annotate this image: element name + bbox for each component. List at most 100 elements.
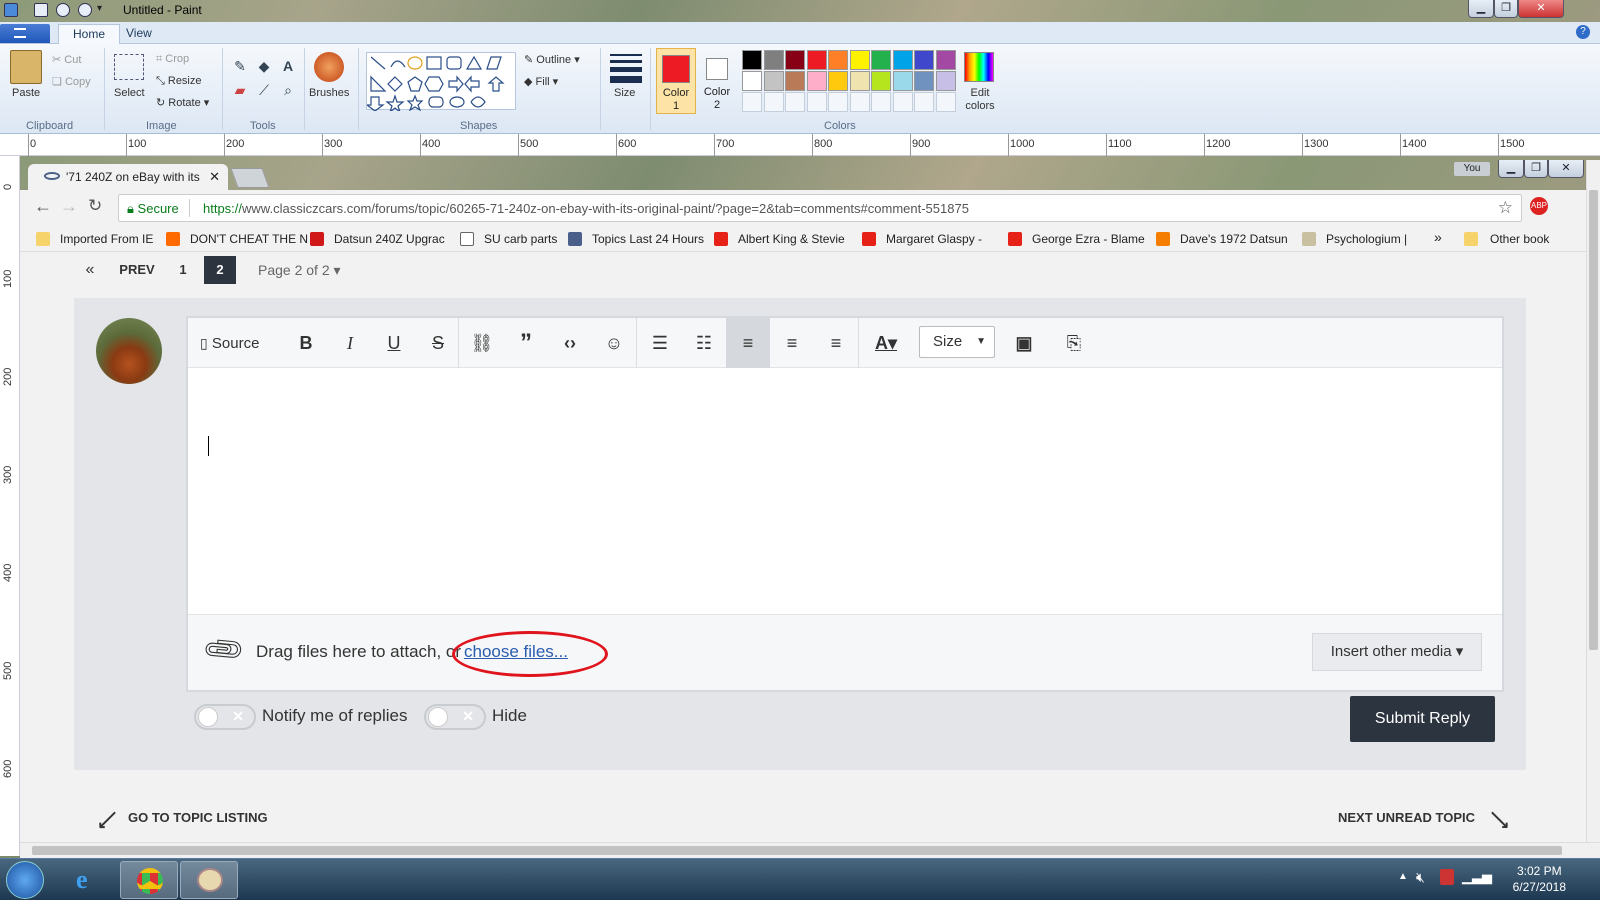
url-field[interactable]: 🔒︎ Secure https://www.classiczcars.com/f… (118, 194, 1522, 222)
tray-app-icon[interactable] (1440, 869, 1454, 885)
vertical-scrollbar[interactable] (1586, 160, 1600, 842)
insert-media-button[interactable]: Insert other media ▾ (1312, 633, 1482, 671)
palette-swatch[interactable] (892, 50, 913, 70)
tab-view[interactable]: View (112, 24, 166, 44)
paste-icon[interactable] (10, 50, 42, 84)
avatar[interactable] (96, 318, 162, 384)
custom-color-slot[interactable] (785, 92, 805, 112)
custom-color-slot[interactable] (742, 92, 762, 112)
horizontal-scrollbar[interactable] (20, 842, 1600, 858)
bookmark-item[interactable]: Psychologium | (1326, 232, 1407, 246)
select-button[interactable]: Select (114, 87, 145, 99)
source-button[interactable]: ▯ Source (200, 318, 259, 368)
outline-dropdown[interactable]: ✎ Outline ▾ (524, 53, 580, 66)
next-unread-topic-link[interactable]: NEXT UNREAD TOPIC (1338, 810, 1475, 825)
custom-color-slot[interactable] (935, 92, 956, 112)
italic-button[interactable]: I (336, 318, 364, 368)
go-to-topic-listing-link[interactable]: GO TO TOPIC LISTING (128, 810, 268, 825)
align-left-icon[interactable]: ≡ (726, 318, 770, 368)
show-hidden-icons-icon[interactable]: ▲ (1398, 871, 1408, 882)
brush-icon[interactable] (314, 52, 344, 82)
text-tool-icon[interactable]: A (278, 56, 298, 76)
browser-maximize-button[interactable]: ❐ (1524, 160, 1548, 178)
more-bookmarks-button[interactable]: » (1434, 229, 1442, 245)
color1-selector[interactable]: Color 1 (656, 48, 696, 114)
scrollbar-thumb[interactable] (1589, 190, 1598, 650)
hide-toggle[interactable]: ✕ (424, 704, 486, 730)
crop-button[interactable]: ⌗ Crop (156, 53, 189, 66)
rotate-button[interactable]: ↻ Rotate ▾ (156, 96, 209, 109)
custom-color-slot[interactable] (806, 92, 827, 112)
palette-swatch[interactable] (785, 71, 805, 91)
resize-button[interactable]: ⤡ Resize (156, 75, 202, 88)
custom-color-slot[interactable] (763, 92, 784, 112)
palette-swatch[interactable] (871, 71, 891, 91)
code-icon[interactable]: ‹› (556, 318, 584, 368)
prev-page-button[interactable]: PREV (110, 256, 164, 284)
palette-swatch[interactable] (785, 50, 805, 70)
background-color-icon[interactable]: ▣ (1008, 318, 1040, 368)
close-tab-icon[interactable]: ✕ (209, 169, 220, 185)
numbered-list-icon[interactable]: ☷ (690, 318, 718, 368)
page-2-button[interactable]: 2 (204, 256, 236, 284)
first-page-button[interactable]: « (72, 256, 108, 284)
bookmark-item[interactable]: Albert King & Stevie (738, 232, 845, 246)
bookmark-star-icon[interactable]: ☆ (1498, 198, 1513, 218)
palette-swatch[interactable] (849, 50, 870, 70)
color2-selector[interactable]: Color 2 (698, 48, 738, 114)
preview-icon[interactable]: ⎘ (1060, 318, 1088, 368)
palette-swatch[interactable] (763, 50, 784, 70)
editor-content-area[interactable] (188, 368, 1502, 614)
size-button[interactable]: Size (614, 87, 635, 99)
profile-button[interactable]: You (1454, 162, 1490, 176)
system-clock[interactable]: 3:02 PM 6/27/2018 (1513, 863, 1566, 895)
palette-swatch[interactable] (806, 50, 827, 70)
shapes-gallery[interactable] (365, 52, 516, 114)
notify-toggle[interactable]: ✕ (194, 704, 256, 730)
text-color-icon[interactable]: A▾ (870, 318, 902, 368)
adblock-extension-icon[interactable]: ABP (1530, 197, 1548, 215)
palette-swatch[interactable] (742, 50, 762, 70)
page-jump-dropdown[interactable]: Page 2 of 2 ▾ (258, 256, 341, 284)
bookmark-item[interactable]: Margaret Glaspy - (886, 232, 982, 246)
redo-icon[interactable] (78, 3, 92, 17)
brushes-button[interactable]: Brushes (309, 87, 349, 99)
network-icon[interactable]: ▁▃▅ (1462, 869, 1492, 885)
custom-color-slot[interactable] (871, 92, 891, 112)
copy-button[interactable]: ❏ Copy (52, 75, 91, 88)
underline-button[interactable]: U (380, 318, 408, 368)
scrollbar-thumb[interactable] (32, 846, 1562, 855)
page-1-button[interactable]: 1 (168, 256, 198, 284)
font-size-dropdown[interactable]: Size ▼ (919, 326, 995, 358)
paste-button[interactable]: Paste (12, 87, 40, 99)
palette-swatch[interactable] (828, 71, 848, 91)
magnifier-icon[interactable]: ⌕ (278, 80, 298, 100)
bookmark-item[interactable]: Dave's 1972 Datsun (1180, 232, 1288, 246)
paint-app-icon[interactable] (4, 3, 18, 17)
palette-swatch[interactable] (935, 71, 956, 91)
cut-button[interactable]: ✂ Cut (52, 53, 81, 66)
quote-icon[interactable]: ” (512, 318, 540, 368)
bookmark-item[interactable]: DON'T CHEAT THE N (190, 232, 308, 246)
strikethrough-button[interactable]: S (424, 318, 452, 368)
internet-explorer-icon[interactable]: e (60, 861, 118, 899)
forward-arrow-icon[interactable]: → (60, 196, 78, 217)
attachment-area[interactable]: 📎︎ Drag files here to attach, or choose … (188, 614, 1502, 690)
palette-swatch[interactable] (849, 71, 870, 91)
undo-icon[interactable] (56, 3, 70, 17)
new-tab-button[interactable] (230, 168, 270, 188)
palette-swatch[interactable] (806, 71, 827, 91)
volume-muted-icon[interactable]: 🔇︎ (1416, 869, 1425, 886)
eraser-icon[interactable]: ▰ (230, 80, 250, 100)
minimize-button[interactable]: ▁ (1468, 0, 1494, 18)
edit-colors-icon[interactable] (964, 52, 994, 82)
save-icon[interactable] (34, 3, 48, 17)
browser-close-button[interactable]: ✕ (1548, 160, 1584, 178)
start-button[interactable] (6, 861, 44, 899)
other-bookmarks-folder[interactable]: Other book (1490, 232, 1549, 246)
palette-swatch[interactable] (828, 50, 848, 70)
back-arrow-icon[interactable]: ← (34, 196, 52, 217)
bookmark-item[interactable]: Imported From IE (60, 232, 153, 246)
browser-minimize-button[interactable]: ▁ (1498, 160, 1524, 178)
submit-reply-button[interactable]: Submit Reply (1350, 696, 1495, 742)
